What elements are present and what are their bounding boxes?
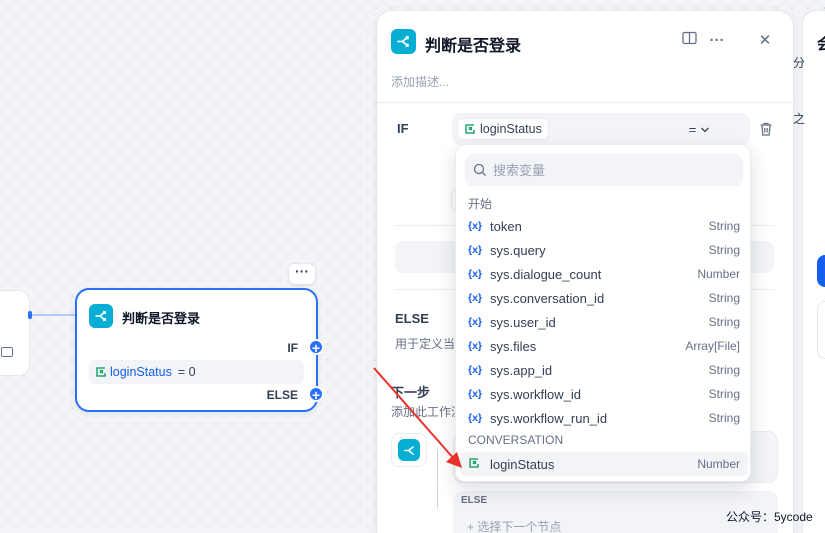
conversation-var-icon [468,457,486,472]
variable-option[interactable]: {x} sys.query String [460,238,748,262]
if-section-label: IF [397,121,409,136]
secondary-panel-title: 会 [817,33,825,54]
more-icon[interactable]: ··· [707,31,727,51]
operator-value: = [688,122,697,137]
variable-option[interactable]: {x} sys.dialogue_count Number [460,262,748,286]
variable-icon: {x} [468,244,483,256]
variable-dropdown: 开始 {x}tokenString {x}sys.queryString {x}… [455,144,751,482]
condition-variable: loginStatus [110,365,172,379]
variable-selector[interactable]: loginStatus = [452,113,750,145]
branch-icon [398,439,420,461]
next-step-label: 下一步 [391,385,431,400]
condition-summary: loginStatus = 0 [89,360,304,384]
clipped-text: 之 [793,112,806,126]
previous-node[interactable] [0,290,30,376]
branch-icon [391,29,416,54]
choose-next-node[interactable]: + 选择下一个节点 [467,518,561,533]
variable-option[interactable]: {x} sys.workflow_id String [460,382,748,406]
variable-icon: {x} [468,220,483,232]
if-else-node[interactable]: 判断是否登录 IF loginStatus = 0 ELSE + + [75,288,324,412]
branch-icon [89,304,113,328]
condition-operator: = 0 [177,365,196,379]
search-input[interactable] [493,162,713,178]
else-description: 用于定义当 [395,337,456,351]
variable-option[interactable]: {x} sys.app_id String [460,358,748,382]
variable-search[interactable] [465,154,743,186]
clipped-text: 分 [793,56,806,70]
operator-select[interactable]: = [689,122,710,137]
else-branch-tag: ELSE [461,495,488,506]
else-branch-label: ELSE [266,388,298,402]
close-icon[interactable]: ✕ [755,31,775,51]
group-title-conversation: CONVERSATION [468,433,564,447]
else-section-label: ELSE [395,311,429,326]
selected-variable-chip[interactable]: loginStatus [457,118,549,140]
panel-title[interactable]: 判断是否登录 [425,32,521,56]
if-branch-label: IF [287,341,298,355]
variable-icon: {x} [468,268,483,280]
branch-connector [437,449,438,509]
conversation-var-icon [465,124,475,134]
variable-option-loginstatus[interactable]: loginStatus Number [460,452,748,476]
secondary-card[interactable] [817,301,825,359]
output-handle[interactable] [28,311,32,319]
variable-option[interactable]: {x} sys.workflow_run_id String [460,406,748,430]
variable-option[interactable]: {x} token String [460,214,748,238]
group-title-start: 开始 [468,197,493,211]
trash-icon[interactable] [758,121,774,137]
book-icon[interactable] [679,31,699,51]
search-icon [473,163,486,176]
selected-variable-name: loginStatus [480,122,542,136]
variable-option[interactable]: {x} sys.user_id String [460,310,748,334]
conversation-var-icon [96,367,106,377]
else-add-handle[interactable]: + [308,386,324,403]
chevron-down-icon [701,127,709,133]
variable-icon: {x} [468,364,483,376]
node-type-icon [1,347,13,357]
variable-icon: {x} [468,316,483,328]
watermark: 公众号：5ycode [726,510,813,524]
variable-icon: {x} [468,340,483,352]
next-step-description: 添加此工作流 [391,405,464,419]
variable-icon: {x} [468,388,483,400]
primary-button[interactable] [817,255,825,287]
variable-icon: {x} [468,292,483,304]
node-title: 判断是否登录 [122,311,201,326]
variable-option[interactable]: {x} sys.files Array[File] [460,334,748,358]
node-more-button[interactable]: ··· [289,264,315,284]
description-input[interactable]: 添加描述... [391,73,449,90]
if-add-handle[interactable]: + [308,339,324,356]
current-node-thumb [391,433,427,467]
connection-edge [30,314,76,316]
variable-icon: {x} [468,412,483,424]
secondary-panel: 会 [802,10,825,533]
divider [377,102,793,103]
variable-option[interactable]: {x} sys.conversation_id String [460,286,748,310]
